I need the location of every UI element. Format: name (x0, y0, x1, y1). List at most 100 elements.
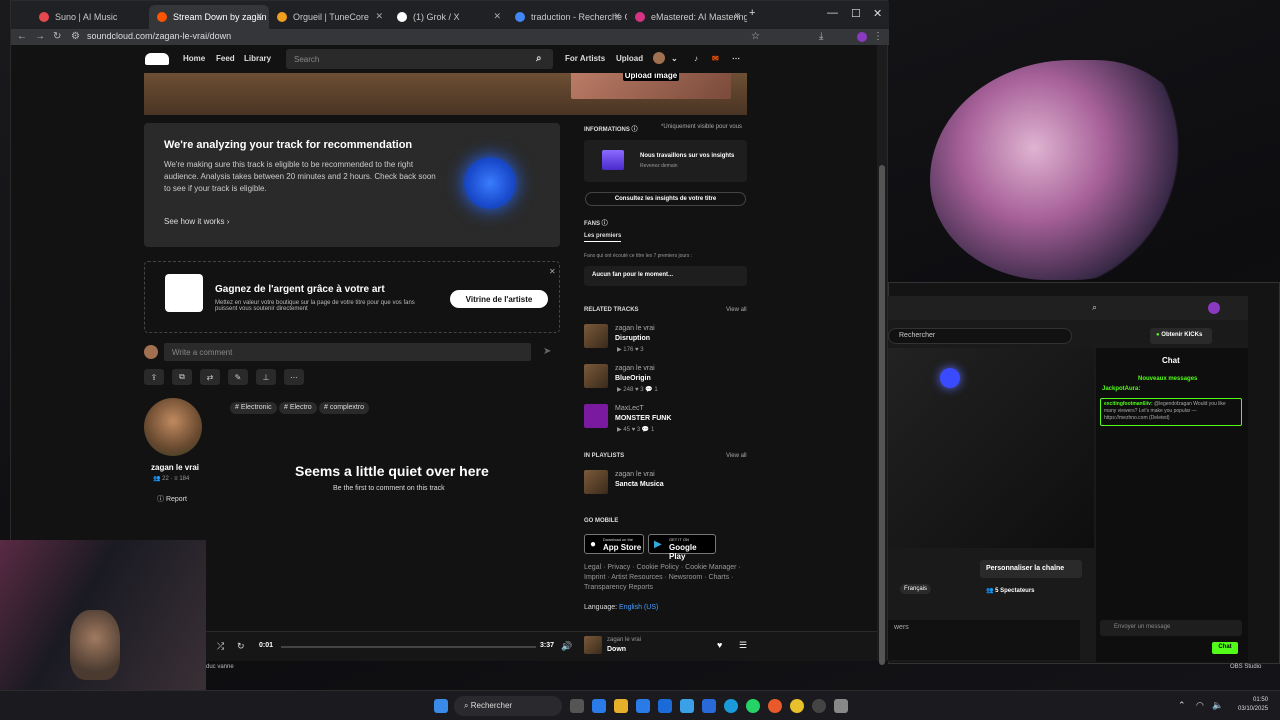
chat-user[interactable]: JackpotAura: (1102, 386, 1140, 392)
kick-search-input[interactable]: Rechercher (888, 328, 1072, 344)
insights-button[interactable]: Consultez les insights de votre titre (585, 192, 746, 206)
related-artwork[interactable] (584, 364, 608, 388)
repost-button[interactable]: ⇄ (200, 369, 220, 385)
footer-links[interactable]: Legal · Privacy · Cookie Policy · Cookie… (584, 563, 741, 593)
browser-menu-icon[interactable]: ⋮ (873, 31, 883, 42)
related-artwork[interactable] (584, 324, 608, 348)
nav-library[interactable]: Library (244, 54, 271, 63)
soundcloud-logo-icon[interactable] (145, 53, 169, 65)
app-icon[interactable] (702, 699, 716, 713)
firefox-icon[interactable] (768, 699, 782, 713)
tab-suno[interactable]: Suno | AI Music (31, 5, 149, 29)
zoom-icon[interactable]: ⌕ (1092, 302, 1097, 313)
footer-links-1[interactable]: Legal · Privacy · Cookie Policy · Cookie… (584, 563, 741, 573)
close-tab-icon[interactable]: ✕ (255, 11, 263, 22)
related-artist[interactable]: zagan le vrai (615, 325, 655, 332)
url-field[interactable]: soundcloud.com/zagan-le-vrai/down (87, 31, 231, 41)
user-avatar[interactable] (653, 52, 665, 64)
related-title[interactable]: Disruption (615, 335, 650, 342)
tab-soundcloud[interactable]: Stream Down by zagan le vrai✕ (149, 5, 269, 29)
edge-icon[interactable] (724, 699, 738, 713)
related-title[interactable]: MONSTER FUNK (615, 415, 671, 422)
see-how-link[interactable]: See how it works › (164, 217, 229, 226)
shuffle-icon[interactable]: ⤮ (217, 641, 224, 652)
photos-icon[interactable] (680, 699, 694, 713)
customize-channel-button[interactable]: Personnaliser la chaîne (980, 560, 1082, 578)
taskbar-search[interactable]: ⌕ Rechercher (454, 696, 562, 716)
repeat-icon[interactable]: ↻ (237, 641, 245, 652)
report-button[interactable]: ⓘ Report (157, 494, 187, 504)
share-button[interactable]: ⇪ (144, 369, 164, 385)
close-tab-icon[interactable]: ✕ (613, 11, 621, 22)
file-explorer-icon[interactable] (614, 699, 628, 713)
chat-send-button[interactable]: Chat (1212, 642, 1238, 654)
stats-button[interactable]: ⊥ (256, 369, 276, 385)
progress-bar[interactable] (281, 646, 536, 648)
nav-feed[interactable]: Feed (216, 54, 235, 63)
mail-icon[interactable] (658, 699, 672, 713)
tab-tunecore[interactable]: Orgueil | TuneCore ✕ (269, 5, 389, 29)
related-title[interactable]: BlueOrigin (615, 375, 651, 382)
maximize-button[interactable]: ☐ (851, 7, 861, 20)
messages-icon[interactable]: ✉ (712, 54, 719, 63)
store-icon[interactable] (636, 699, 650, 713)
playlists-view-all[interactable]: View all (726, 453, 747, 459)
kick-profile-avatar[interactable] (1208, 302, 1220, 314)
close-tab-icon[interactable]: ✕ (733, 11, 741, 22)
tab-emastered[interactable]: eMastered: AI Mastering & Onl✕ (627, 5, 747, 29)
get-kicks-button[interactable]: ● Obtenir KICKs (1150, 328, 1212, 344)
download-icon[interactable]: ⤓ (819, 31, 823, 42)
reload-icon[interactable]: ↻ (53, 31, 61, 42)
stream-preview[interactable] (888, 348, 1094, 548)
related-artwork[interactable] (584, 404, 608, 428)
player-artist[interactable]: zagan le vrai (607, 637, 641, 643)
close-window-button[interactable]: ✕ (873, 7, 882, 20)
volume-tray-icon[interactable]: 🔈 (1212, 700, 1223, 711)
scrollbar-thumb[interactable] (879, 165, 885, 665)
tray-chevron-icon[interactable]: ⌃ (1178, 700, 1186, 711)
related-artist[interactable]: MaxLecT (615, 405, 644, 412)
app-store-badge[interactable]: Download on the App Store ● (584, 534, 644, 554)
chrome-icon[interactable] (790, 699, 804, 713)
site-info-icon[interactable]: ⚙ (71, 31, 80, 42)
footer-links-2[interactable]: Imprint · Artist Resources · Newsroom · … (584, 573, 741, 583)
bookmark-star-icon[interactable]: ☆ (751, 31, 760, 42)
chat-message-input[interactable]: Envoyer un message (1100, 620, 1242, 636)
player-title[interactable]: Down (607, 646, 626, 653)
tab-google[interactable]: traduction - Recherche Google✕ (507, 5, 627, 29)
like-icon[interactable]: ♥ (717, 640, 722, 650)
comment-input[interactable]: Write a comment (164, 343, 531, 361)
tag-complextro[interactable]: # complextro (319, 402, 370, 414)
playlist-artist[interactable]: zagan le vrai (615, 471, 655, 478)
minimize-button[interactable]: — (827, 7, 838, 19)
search-icon[interactable]: ⌕ (536, 53, 542, 64)
nav-for-artists[interactable]: For Artists (565, 54, 605, 63)
language-value[interactable]: English (US) (619, 604, 658, 611)
copy-link-button[interactable]: ⧉ (172, 369, 192, 385)
task-view-icon[interactable] (570, 699, 584, 713)
artist-avatar[interactable] (144, 398, 202, 456)
language-selector[interactable]: Language: English (US) (584, 604, 658, 611)
footer-links-3[interactable]: Transparency Reports (584, 583, 741, 593)
more-icon[interactable]: ⋯ (732, 54, 740, 63)
playlist-artwork[interactable] (584, 470, 608, 494)
page-scrollbar[interactable] (877, 45, 887, 665)
fans-tab-first[interactable]: Les premiers (584, 233, 622, 242)
edit-button[interactable]: ✎ (228, 369, 248, 385)
artist-name[interactable]: zagan le vrai (151, 463, 199, 472)
clock[interactable]: 01:50 03/10/2025 (1238, 696, 1268, 714)
new-tab-button[interactable]: + (749, 7, 755, 19)
obs-icon[interactable] (812, 699, 826, 713)
related-artist[interactable]: zagan le vrai (615, 365, 655, 372)
forward-icon[interactable]: → (35, 31, 45, 42)
start-icon[interactable] (434, 699, 448, 713)
copilot-icon[interactable] (592, 699, 606, 713)
wifi-icon[interactable]: ◠ (1196, 700, 1204, 711)
whatsapp-icon[interactable] (746, 699, 760, 713)
related-view-all[interactable]: View all (726, 307, 747, 313)
back-icon[interactable]: ← (17, 31, 27, 42)
player-artwork[interactable] (584, 636, 602, 654)
send-icon[interactable]: ➤ (543, 346, 551, 357)
artist-shop-button[interactable]: Vitrine de l'artiste (450, 290, 548, 308)
close-tab-icon[interactable]: ✕ (375, 11, 383, 22)
